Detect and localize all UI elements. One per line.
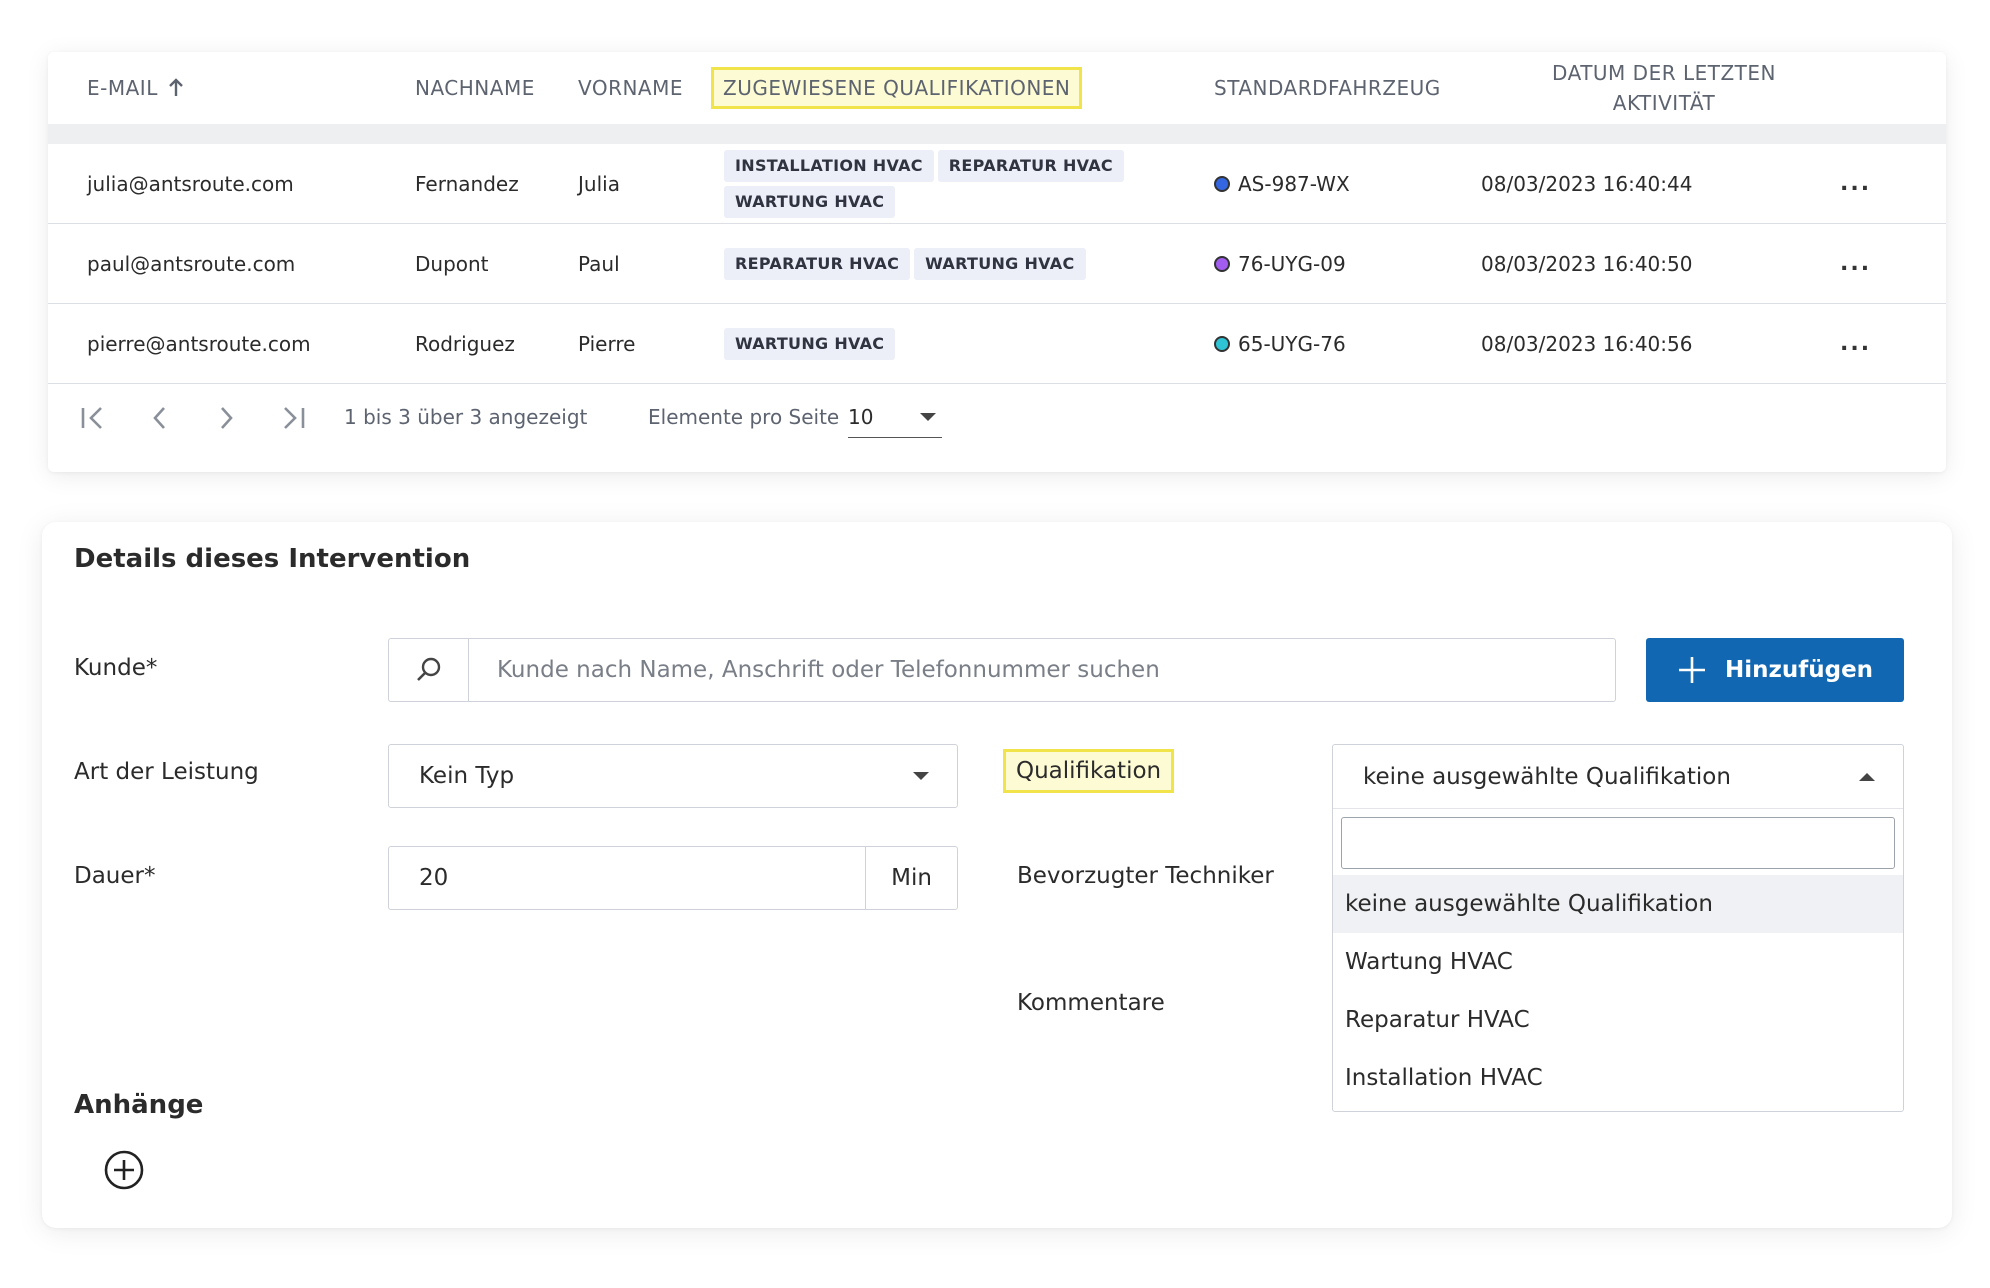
table-row[interactable]: julia@antsroute.com Fernandez Julia INST… xyxy=(48,144,1946,224)
cell-firstname: Julia xyxy=(578,171,620,196)
table-row[interactable]: paul@antsroute.com Dupont Paul REPARATUR… xyxy=(48,224,1946,304)
column-header-qualifications[interactable]: ZUGEWIESENE QUALIFIKATIONEN xyxy=(710,52,1083,124)
cell-vehicle: 76-UYG-09 xyxy=(1214,224,1346,303)
qualification-option-installation[interactable]: Installation HVAC xyxy=(1333,1049,1903,1107)
add-customer-button[interactable]: Hinzufügen xyxy=(1646,638,1904,702)
cell-firstname: Pierre xyxy=(578,331,636,356)
qualification-option-reparatur[interactable]: Reparatur HVAC xyxy=(1333,991,1903,1049)
column-header-email[interactable]: E-MAIL xyxy=(87,52,184,124)
per-page-select[interactable]: 10 xyxy=(848,396,942,438)
chevron-down-icon xyxy=(920,412,936,421)
qualification-label: Qualifikation xyxy=(1002,749,1175,793)
per-page-label: Elemente pro Seite xyxy=(648,405,840,429)
duration-field[interactable]: 20 Min xyxy=(388,846,958,910)
qualification-select[interactable]: keine ausgewählte Qualifikation xyxy=(1333,745,1903,809)
qualification-option-wartung[interactable]: Wartung HVAC xyxy=(1333,933,1903,991)
chevron-down-icon xyxy=(913,772,929,780)
first-page-icon[interactable] xyxy=(76,400,112,436)
qualification-tag: WARTUNG HVAC xyxy=(914,247,1086,280)
qualification-tag: WARTUNG HVAC xyxy=(724,185,896,218)
qualification-tag: REPARATUR HVAC xyxy=(724,247,911,280)
comments-label: Kommentare xyxy=(1017,990,1165,1016)
qualification-filter-input[interactable] xyxy=(1341,817,1895,869)
customer-search-field[interactable] xyxy=(388,638,1616,702)
cell-email: julia@antsroute.com xyxy=(87,171,294,196)
qualification-tags: INSTALLATION HVAC REPARATUR HVAC WARTUNG… xyxy=(724,144,1124,223)
table-row[interactable]: pierre@antsroute.com Rodriguez Pierre WA… xyxy=(48,304,1946,384)
qualification-dropdown[interactable]: keine ausgewählte Qualifikation keine au… xyxy=(1332,744,1904,1112)
header-divider xyxy=(48,124,1946,144)
cell-last-activity: 08/03/2023 16:40:56 xyxy=(1481,331,1693,356)
cell-vehicle: AS-987-WX xyxy=(1214,144,1350,223)
column-header-firstname[interactable]: VORNAME xyxy=(578,52,683,124)
row-more-actions-icon[interactable]: ... xyxy=(1840,304,1871,383)
qualification-tag: REPARATUR HVAC xyxy=(937,149,1124,182)
pagination-summary: 1 bis 3 über 3 angezeigt xyxy=(344,405,588,429)
add-attachment-icon[interactable] xyxy=(104,1150,144,1190)
cell-last-activity: 08/03/2023 16:40:44 xyxy=(1481,171,1693,196)
cell-firstname: Paul xyxy=(578,251,620,276)
cell-lastname: Rodriguez xyxy=(415,331,515,356)
qualification-option-none[interactable]: keine ausgewählte Qualifikation xyxy=(1333,875,1903,933)
customer-search-input[interactable] xyxy=(469,639,1615,701)
qualification-tag: INSTALLATION HVAC xyxy=(724,149,934,182)
pagination: 1 bis 3 über 3 angezeigt Elemente pro Se… xyxy=(48,382,1946,452)
preferred-technician-label: Bevorzugter Techniker xyxy=(1017,863,1274,889)
plus-icon xyxy=(1678,657,1705,683)
cell-vehicle: 65-UYG-76 xyxy=(1214,304,1346,383)
qualification-tags: WARTUNG HVAC xyxy=(724,304,1124,383)
qualification-tags: REPARATUR HVAC WARTUNG HVAC xyxy=(724,224,1124,303)
table-header: E-MAIL NACHNAME VORNAME ZUGEWIESENE QUAL… xyxy=(48,52,1946,124)
column-header-last-activity[interactable]: DATUM DER LETZTEN AKTIVITÄT xyxy=(1514,52,1814,124)
users-table: E-MAIL NACHNAME VORNAME ZUGEWIESENE QUAL… xyxy=(48,52,1946,472)
column-header-vehicle[interactable]: STANDARDFAHRZEUG xyxy=(1214,52,1441,124)
duration-label: Dauer* xyxy=(74,863,156,889)
cell-email: paul@antsroute.com xyxy=(87,251,296,276)
column-header-lastname[interactable]: NACHNAME xyxy=(415,52,535,124)
vehicle-color-dot xyxy=(1214,175,1230,192)
intervention-details-panel: Details dieses Intervention Kunde* Hinzu… xyxy=(42,522,1952,1228)
next-page-icon[interactable] xyxy=(208,400,244,436)
last-page-icon[interactable] xyxy=(274,400,310,436)
service-type-select[interactable]: Kein Typ xyxy=(388,744,958,808)
customer-label: Kunde* xyxy=(74,655,158,681)
cell-email: pierre@antsroute.com xyxy=(87,331,311,356)
vehicle-color-dot xyxy=(1214,255,1230,272)
service-type-label: Art der Leistung xyxy=(74,759,259,785)
cell-last-activity: 08/03/2023 16:40:50 xyxy=(1481,251,1693,276)
duration-input[interactable]: 20 xyxy=(389,847,865,909)
highlighted-qualifications-header: ZUGEWIESENE QUALIFIKATIONEN xyxy=(710,67,1083,109)
search-icon[interactable] xyxy=(389,639,469,701)
row-more-actions-icon[interactable]: ... xyxy=(1840,224,1871,303)
attachments-heading: Anhänge xyxy=(74,1090,204,1120)
row-more-actions-icon[interactable]: ... xyxy=(1840,144,1871,223)
vehicle-color-dot xyxy=(1214,335,1230,352)
sort-ascending-icon xyxy=(168,78,183,96)
qualification-tag: WARTUNG HVAC xyxy=(724,327,896,360)
chevron-up-icon xyxy=(1859,772,1875,781)
cell-lastname: Dupont xyxy=(415,251,489,276)
cell-lastname: Fernandez xyxy=(415,171,519,196)
previous-page-icon[interactable] xyxy=(142,400,178,436)
duration-unit: Min xyxy=(865,847,957,909)
section-title: Details dieses Intervention xyxy=(74,544,471,574)
